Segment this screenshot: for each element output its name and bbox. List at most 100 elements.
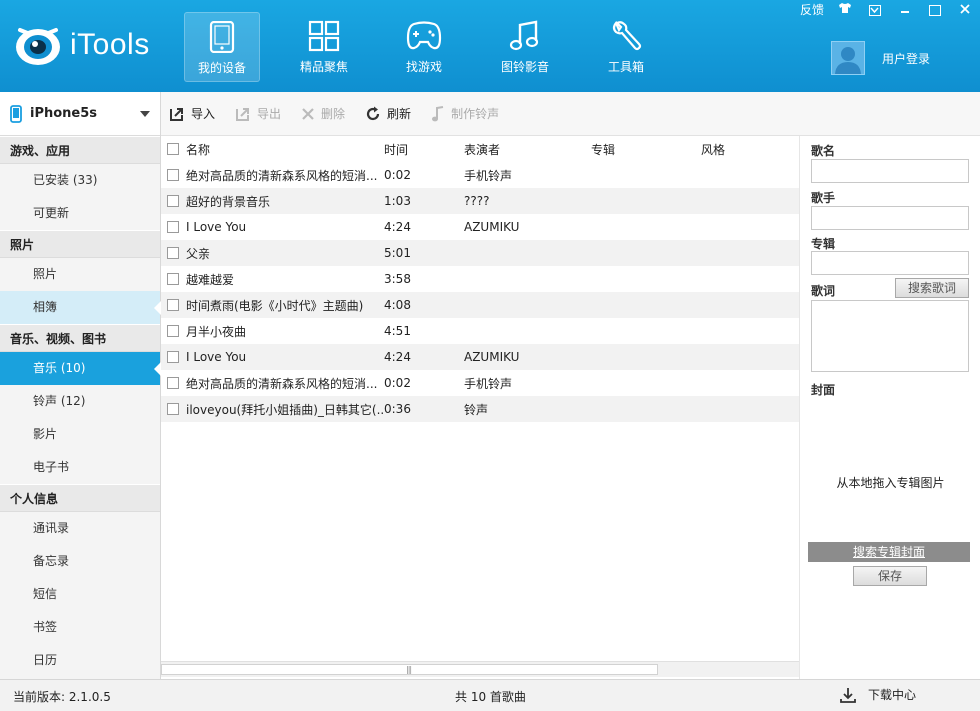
user-avatar[interactable] (831, 41, 865, 75)
import-button[interactable]: 导入 (169, 105, 215, 122)
device-selector[interactable]: iPhone5s (0, 92, 160, 136)
make-ringtone-label: 制作铃声 (451, 107, 500, 121)
sidebar-item-photos[interactable]: 照片 (0, 258, 160, 291)
artist-label: 歌手 (811, 191, 836, 205)
menu-icon[interactable] (860, 0, 890, 20)
login-link[interactable]: 用户登录 (882, 50, 930, 67)
song-artist: 手机铃声 (464, 168, 513, 183)
row-checkbox[interactable] (167, 195, 179, 207)
song-time: 4:24 (384, 350, 411, 364)
select-all-checkbox[interactable] (167, 143, 179, 155)
make-ringtone-button[interactable]: 制作铃声 (431, 105, 499, 122)
row-checkbox[interactable] (167, 351, 179, 363)
row-checkbox[interactable] (167, 403, 179, 415)
table-row[interactable]: I Love You 4:24 AZUMIKU (161, 214, 799, 240)
lyrics-textarea[interactable] (811, 300, 969, 372)
cover-drop-hint[interactable]: 从本地拖入专辑图片 (800, 474, 980, 491)
album-field[interactable] (811, 251, 969, 275)
chevron-down-icon[interactable] (140, 110, 150, 117)
song-time: 3:58 (384, 272, 411, 286)
column-header-album[interactable]: 专辑 (591, 141, 701, 158)
sidebar-item-calendar[interactable]: 日历 (0, 644, 160, 677)
nav-toolbox[interactable]: 工具箱 (588, 12, 664, 82)
table-row[interactable]: 越难越爱 3:58 (161, 266, 799, 292)
app-title: iTools (70, 28, 150, 61)
nav-my-device[interactable]: 我的设备 (184, 12, 260, 82)
song-artist: 手机铃声 (464, 376, 513, 391)
song-name: I Love You (186, 220, 247, 234)
minimize-icon[interactable] (890, 0, 920, 20)
delete-label: 删除 (321, 107, 346, 121)
nav-featured[interactable]: 精品聚焦 (286, 12, 362, 82)
sidebar-item-ringtones[interactable]: 铃声 (12) (0, 385, 160, 418)
song-name-field[interactable] (811, 159, 969, 183)
music-note-icon (432, 105, 444, 121)
import-label: 导入 (191, 107, 216, 121)
column-header-time[interactable]: 时间 (384, 141, 464, 158)
music-note-icon (509, 20, 539, 51)
save-button[interactable]: 保存 (853, 566, 927, 586)
table-row[interactable]: I Love You 4:24 AZUMIKU (161, 344, 799, 370)
feedback-button[interactable]: 反馈 (794, 0, 830, 20)
refresh-button[interactable]: 刷新 (365, 105, 411, 122)
column-header-name[interactable]: 名称 (186, 141, 384, 158)
download-center-button[interactable]: 下载中心 (840, 686, 916, 703)
nav-label: 精品聚焦 (299, 60, 348, 74)
maximize-icon[interactable] (920, 0, 950, 20)
table-row[interactable]: 超好的背景音乐 1:03 ???? (161, 188, 799, 214)
nav-games[interactable]: 找游戏 (386, 12, 462, 82)
close-icon[interactable] (950, 0, 980, 20)
row-checkbox[interactable] (167, 169, 179, 181)
device-icon (209, 21, 235, 53)
nav-label: 找游戏 (405, 60, 442, 74)
wrench-icon (612, 20, 642, 51)
skin-icon[interactable] (830, 0, 860, 20)
row-checkbox[interactable] (167, 325, 179, 337)
window-controls: 反馈 (794, 0, 980, 20)
refresh-icon (367, 106, 380, 120)
sidebar-item-notes[interactable]: 备忘录 (0, 545, 160, 578)
delete-button[interactable]: 删除 (301, 105, 345, 122)
sidebar-section-media: 音乐、视频、图书 (0, 324, 160, 352)
download-icon (840, 687, 856, 703)
table-row[interactable]: 绝对高品质的清新森系风格的短消... 0:02 手机铃声 (161, 162, 799, 188)
sidebar-item-music[interactable]: 音乐 (10) (0, 352, 161, 385)
row-checkbox[interactable] (167, 377, 179, 389)
status-bar: 当前版本: 2.1.0.5 共 10 首歌曲 下载中心 (0, 679, 980, 711)
horizontal-scrollbar[interactable]: ||| (161, 661, 799, 677)
table-row[interactable]: 月半小夜曲 4:51 (161, 318, 799, 344)
search-cover-button[interactable]: 搜索专辑封面 (808, 542, 970, 562)
song-artist: 铃声 (464, 402, 489, 417)
sidebar-item-contacts[interactable]: 通讯录 (0, 512, 160, 545)
nav-media[interactable]: 图铃影音 (487, 12, 563, 82)
sidebar-item-movies[interactable]: 影片 (0, 418, 160, 451)
song-time: 4:51 (384, 324, 411, 338)
sidebar: iPhone5s 游戏、应用 已安装 (33) 可更新 照片 照片 相簿 音乐、… (0, 92, 161, 679)
sidebar-section-personal: 个人信息 (0, 484, 160, 512)
delete-icon (302, 107, 314, 120)
row-checkbox[interactable] (167, 273, 179, 285)
song-time: 4:08 (384, 298, 411, 312)
export-button[interactable]: 导出 (235, 105, 281, 122)
table-row[interactable]: 父亲 5:01 (161, 240, 799, 266)
song-artist: ???? (464, 194, 490, 208)
row-checkbox[interactable] (167, 221, 179, 233)
row-checkbox[interactable] (167, 247, 179, 259)
table-row[interactable]: 时间煮雨(电影《小时代》主题曲) 4:08 (161, 292, 799, 318)
sidebar-item-installed[interactable]: 已安装 (33) (0, 164, 160, 197)
sidebar-item-messages[interactable]: 短信 (0, 578, 160, 611)
row-checkbox[interactable] (167, 299, 179, 311)
column-header-genre[interactable]: 风格 (701, 141, 791, 158)
artist-field[interactable] (811, 206, 969, 230)
sidebar-item-updates[interactable]: 可更新 (0, 197, 160, 230)
table-row[interactable]: iloveyou(拜托小姐插曲)_日韩其它(... 0:36 铃声 (161, 396, 799, 422)
search-lyrics-button[interactable]: 搜索歌词 (895, 278, 969, 298)
sidebar-item-ebooks[interactable]: 电子书 (0, 451, 160, 484)
version-text: 当前版本: 2.1.0.5 (13, 690, 111, 704)
song-time: 4:24 (384, 220, 411, 234)
table-header: 名称 时间 表演者 专辑 风格 (161, 136, 799, 162)
sidebar-item-albums[interactable]: 相簿 (0, 291, 161, 324)
column-header-artist[interactable]: 表演者 (464, 141, 591, 158)
sidebar-item-bookmarks[interactable]: 书签 (0, 611, 160, 644)
table-row[interactable]: 绝对高品质的清新森系风格的短消... 0:02 手机铃声 (161, 370, 799, 396)
